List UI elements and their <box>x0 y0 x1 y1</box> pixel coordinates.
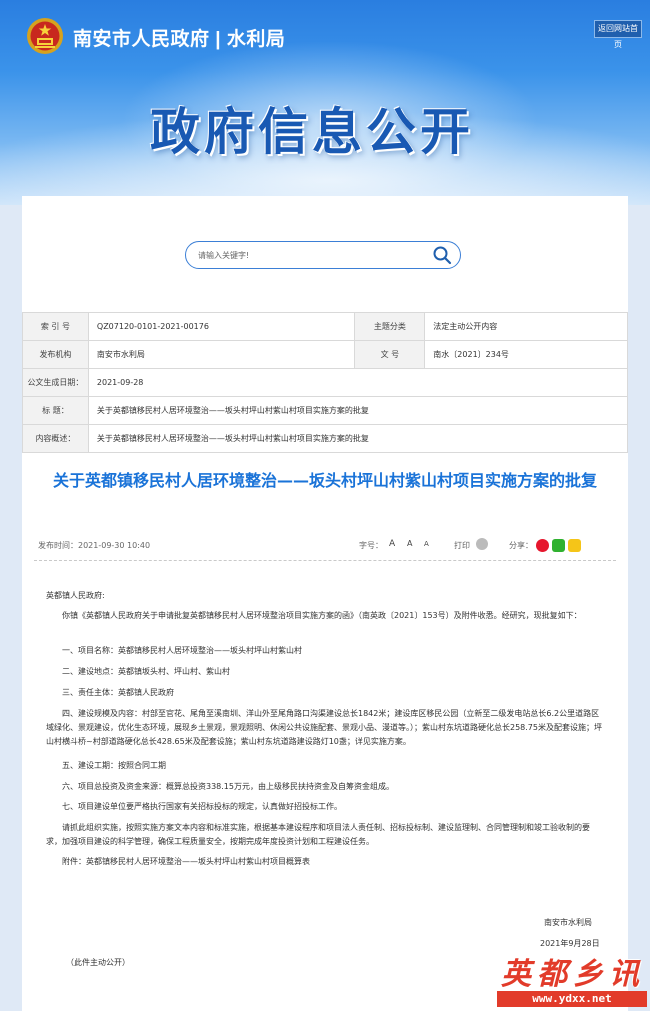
table-row: 标 题： 关于英都镇移民村人居环境整治——坂头村坪山村紫山村项目实施方案的批复 <box>22 396 629 425</box>
search-input[interactable] <box>198 248 418 262</box>
topic-value: 法定主动公开内容 <box>424 312 628 341</box>
font-size-medium[interactable]: A <box>407 539 412 548</box>
paragraph: 七、项目建设单位要严格执行国家有关招标投标的规定，认真做好招投标工作。 <box>62 802 342 811</box>
wechat-share-icon[interactable] <box>552 539 565 552</box>
signature-date: 2021年9月28日 <box>540 939 600 948</box>
table-row: 索 引 号 QZ07120-0101-2021-00176 主题分类 法定主动公… <box>22 312 628 341</box>
header-banner: 南安市人民政府 | 水利局 返回网站首页 政府信息公开 <box>0 0 650 205</box>
site-title[interactable]: 南安市人民政府 | 水利局 <box>73 24 285 51</box>
paragraph: 请抓此组织实施，按照实施方案文本内容和标准实施，根据基本建设程序和项目法人责任制… <box>46 823 590 846</box>
paragraph: 六、项目总投资及资金来源：概算总投资338.15万元，由上级移民扶持资金及自筹资… <box>62 782 394 791</box>
font-size-small[interactable]: A <box>424 540 429 548</box>
watermark-logo: 英都乡讯 www.ydxx.net <box>497 949 647 1009</box>
paragraph: 一、项目名称：英都镇移民村人居环境整治——坂头村坪山村紫山村 <box>62 646 302 655</box>
article-title: 关于英都镇移民村人居环境整治——坂头村坪山村紫山村项目实施方案的批复 <box>52 471 597 490</box>
topic-label: 主题分类 <box>354 312 426 341</box>
docno-value: 南水〔2021〕234号 <box>424 340 628 369</box>
publisher-value: 南安市水利局 <box>87 340 356 369</box>
index-value: QZ07120-0101-2021-00176 <box>87 312 356 341</box>
table-row: 内容概述： 关于英都镇移民村人居环境整治——坂头村坪山村紫山村项目实施方案的批复 <box>22 424 629 453</box>
home-button[interactable]: 返回网站首页 <box>594 20 642 49</box>
watermark-url: www.ydxx.net <box>497 991 647 1007</box>
metadata-table: 索 引 号 QZ07120-0101-2021-00176 主题分类 法定主动公… <box>22 312 629 453</box>
disclosure-note: （此件主动公开） <box>66 958 130 967</box>
salutation: 英都镇人民政府: <box>46 591 105 600</box>
table-row: 公文生成日期： 2021-09-28 <box>22 368 629 397</box>
print-icon[interactable] <box>476 538 488 550</box>
banner-title: 政府信息公开 <box>150 103 474 161</box>
paragraph: 二、建设地点：英都镇坂头村、坪山村、紫山村 <box>62 667 230 676</box>
table-row: 发布机构 南安市水利局 文 号 南水〔2021〕234号 <box>22 340 628 369</box>
date-value: 2021-09-28 <box>87 368 629 397</box>
summary-value: 关于英都镇移民村人居环境整治——坂头村坪山村紫山村项目实施方案的批复 <box>87 424 629 453</box>
paragraph: 五、建设工期：按照合同工期 <box>62 761 166 770</box>
date-label: 公文生成日期： <box>22 368 89 397</box>
font-size-large[interactable]: A <box>389 539 395 549</box>
publisher-label: 发布机构 <box>22 340 89 369</box>
paragraph: 四、建设规模及内容：村部至官花、尾角至溪南圳、洋山外至尾角路口沟渠建设总长184… <box>46 709 602 746</box>
paragraph: 三、责任主体：英都镇人民政府 <box>62 688 174 697</box>
search-box <box>185 241 461 269</box>
search-icon[interactable] <box>432 245 452 265</box>
signature-org: 南安市水利局 <box>544 918 592 927</box>
index-label: 索 引 号 <box>22 312 89 341</box>
attachment-line: 附件：英都镇移民村人居环境整治——坂头村坪山村紫山村项目概算表 <box>62 857 310 866</box>
publish-time: 发布时间：2021-09-30 10:40 <box>38 541 151 550</box>
title-label: 标 题： <box>22 396 89 425</box>
print-label[interactable]: 打印 <box>454 540 470 551</box>
share-label: 分享： <box>509 541 533 550</box>
publish-toolbar: 发布时间：2021-09-30 10:40 字号： A A A 打印 分享： <box>34 536 616 556</box>
divider <box>34 560 616 561</box>
paragraph: 你镇《英都镇人民政府关于申请批复英都镇移民村人居环境整治项目实施方案的函》（南英… <box>62 611 582 620</box>
weibo-share-icon[interactable] <box>536 539 549 552</box>
qzone-share-icon[interactable] <box>568 539 581 552</box>
title-value: 关于英都镇移民村人居环境整治——坂头村坪山村紫山村项目实施方案的批复 <box>87 396 629 425</box>
docno-label: 文 号 <box>354 340 426 369</box>
watermark-text: 英都乡讯 <box>501 957 645 992</box>
font-size-label: 字号： <box>359 541 383 550</box>
summary-label: 内容概述： <box>22 424 89 453</box>
national-emblem-icon <box>27 18 63 54</box>
